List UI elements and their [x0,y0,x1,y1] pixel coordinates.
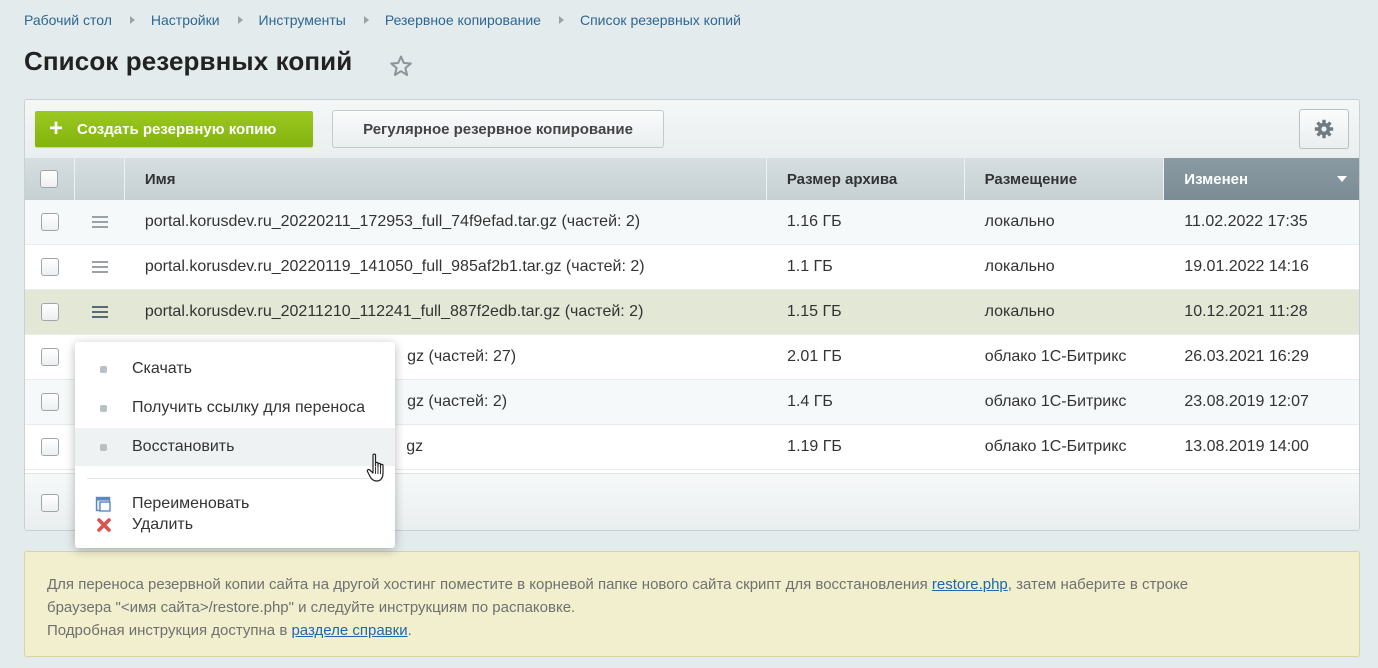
row-place: облако 1С-Битрикс [984,438,1127,455]
row-size: 1.4 ГБ [787,393,833,410]
table-row[interactable]: portal.korusdev.ru_20220119_141050_full_… [25,245,1359,290]
note-line-3-suffix: . [407,622,412,639]
create-backup-label: Создать резервную копию [77,120,277,138]
row-checkbox[interactable] [40,438,59,456]
page-title: Список резервных копий [24,46,353,76]
menu-item-get-link-label: Получить ссылку для переноса [132,399,365,416]
bullet-icon [100,404,107,412]
breadcrumb-separator-icon [129,16,135,24]
menu-item-download-label: Скачать [132,360,192,377]
header-select-all-cell [25,158,75,200]
column-header-name[interactable]: Имя [125,158,767,200]
row-menu-icon[interactable] [91,306,108,318]
plus-icon: + [48,115,63,142]
restore-php-link[interactable]: restore.php [932,576,1008,593]
row-date: 11.02.2022 17:35 [1184,213,1308,230]
row-name: portal.korusdev.ru_20220211_172953_full_… [144,213,641,230]
table-row[interactable]: portal.korusdev.ru_20220211_172953_full_… [25,200,1359,245]
row-size: 1.16 ГБ [786,213,842,230]
column-header-place[interactable]: Размещение [965,158,1165,200]
row-size: 1.1 ГБ [786,258,833,275]
row-date: 13.08.2019 14:00 [1184,438,1309,455]
info-note: Для переноса резервной копии сайта на др… [24,551,1360,657]
row-checkbox[interactable] [40,348,59,366]
row-menu-icon[interactable] [91,261,108,273]
table-row-selected[interactable]: portal.korusdev.ru_20211210_112241_full_… [25,290,1359,335]
row-date: 26.03.2021 16:29 [1184,348,1309,365]
table-header: Имя Размер архива Размещение Изменен [25,158,1359,200]
breadcrumb-item-tools[interactable]: Инструменты [259,12,346,28]
menu-item-delete-label: Удалить [132,516,194,533]
star-icon[interactable] [389,54,413,78]
row-size: 1.19 ГБ [787,438,842,455]
toolbar: + Создать резервную копию Регулярное рез… [25,100,1359,158]
bullet-icon [100,443,107,451]
settings-button[interactable] [1299,109,1349,149]
note-line-1: Для переноса резервной копии сайта на др… [47,573,1337,596]
row-context-menu: Скачать Получить ссылку для переноса Вос… [75,342,395,548]
column-header-size[interactable]: Размер архива [767,158,965,200]
row-place: локально [984,213,1055,230]
breadcrumb-item-backup[interactable]: Резервное копирование [385,12,541,28]
row-place: облако 1С-Битрикс [984,393,1127,410]
bullet-icon [100,365,107,373]
row-place: локально [984,258,1055,275]
note-line-3-text: Подробная инструкция доступна в [47,622,292,639]
row-size: 1.15 ГБ [786,303,842,320]
row-name: portal.korusdev.ru_20211210_112241_full_… [144,303,644,320]
hand-cursor-icon [366,453,384,482]
row-checkbox[interactable] [40,258,59,276]
row-date: 19.01.2022 14:16 [1184,258,1309,275]
row-date: 23.08.2019 12:07 [1184,393,1309,410]
menu-item-get-link[interactable]: Получить ссылку для переноса [75,389,395,427]
help-section-link[interactable]: разделе справки [291,622,407,639]
note-line-2: браузера "<имя сайта>/restore.php" и сле… [47,599,576,616]
menu-item-download[interactable]: Скачать [75,350,395,388]
breadcrumb: Рабочий стол Настройки Инструменты Резер… [24,12,741,28]
breadcrumb-item-settings[interactable]: Настройки [151,12,220,28]
menu-item-delete[interactable]: Удалить [75,506,395,544]
row-menu-icon[interactable] [91,216,108,228]
breadcrumb-item-backup-list[interactable]: Список резервных копий [580,12,741,28]
row-place: облако 1С-Битрикс [984,348,1127,365]
sort-desc-icon [1337,176,1347,182]
note-line-1-suffix: , затем наберите в строке [1007,576,1189,593]
row-place: локально [984,303,1055,320]
menu-item-restore-label: Восстановить [132,438,235,455]
breadcrumb-separator-icon [363,16,369,24]
breadcrumb-item-desktop[interactable]: Рабочий стол [24,12,112,28]
column-header-date[interactable]: Изменен [1164,158,1359,200]
row-name: portal.korusdev.ru_20220119_141050_full_… [144,258,645,275]
row-checkbox[interactable] [40,213,59,231]
footer-select-all-checkbox[interactable] [41,493,59,512]
regular-backup-button[interactable]: Регулярное резервное копирование [332,110,664,148]
row-date: 10.12.2021 11:28 [1184,303,1308,320]
gear-icon [1314,119,1334,139]
row-size: 2.01 ГБ [787,348,842,365]
row-checkbox[interactable] [40,393,59,411]
create-backup-button[interactable]: + Создать резервную копию [35,111,313,147]
note-line-1-text: Для переноса резервной копии сайта на др… [47,576,932,593]
breadcrumb-separator-icon [558,16,564,24]
menu-item-restore[interactable]: Восстановить [75,428,395,466]
column-header-date-label: Изменен [1184,170,1249,188]
menu-divider [87,478,383,479]
select-all-checkbox[interactable] [40,170,59,188]
breadcrumb-separator-icon [237,16,243,24]
header-actions-cell [75,158,125,200]
delete-icon [96,518,111,532]
note-line-3: Подробная инструкция доступна в разделе … [47,619,1337,642]
row-checkbox[interactable] [40,303,59,321]
